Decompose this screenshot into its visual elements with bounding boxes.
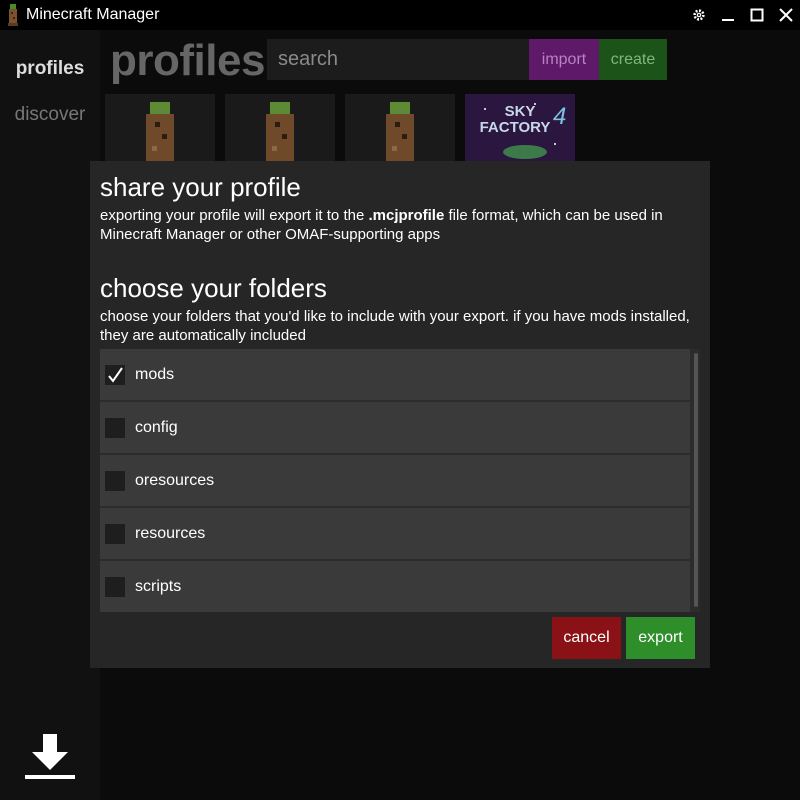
share-profile-dialog: share your profile exporting your profil…: [90, 161, 710, 668]
gear-icon[interactable]: [684, 0, 713, 30]
checkbox-scripts[interactable]: [105, 576, 125, 597]
sidebar-item-profiles[interactable]: profiles: [0, 58, 100, 80]
checkmark-icon: [108, 366, 123, 383]
checkbox-oresources[interactable]: [105, 470, 125, 491]
profile-tile[interactable]: [345, 94, 455, 162]
folders-title: choose your folders: [100, 273, 327, 303]
dialog-desc-prefix: exporting your profile will export it to…: [100, 207, 369, 224]
dialog-desc-format: .mcjprofile: [368, 207, 445, 224]
close-icon[interactable]: [771, 0, 800, 30]
svg-text:SKY: SKY: [505, 103, 536, 120]
import-button[interactable]: import: [529, 39, 599, 80]
folder-row-config[interactable]: config: [100, 402, 690, 453]
app-title: Minecraft Manager: [26, 6, 160, 23]
folder-row-scripts[interactable]: scripts: [100, 561, 690, 612]
folder-label: scripts: [135, 577, 182, 595]
folder-label: config: [135, 418, 178, 436]
folder-label: oresources: [135, 471, 215, 489]
folder-row-oresources[interactable]: oresources: [100, 455, 690, 506]
folder-list: mods config oresources resources scripts: [100, 349, 700, 612]
create-button[interactable]: create: [599, 39, 667, 80]
folder-label: mods: [135, 365, 175, 383]
folders-description: choose your folders that you'd like to i…: [100, 308, 690, 344]
profile-tile[interactable]: [225, 94, 335, 162]
dirt-tree-icon: [386, 102, 414, 162]
minimize-icon[interactable]: [713, 0, 742, 30]
sidebar: profiles discover: [0, 30, 100, 800]
svg-text:FACTORY: FACTORY: [480, 119, 551, 136]
maximize-icon[interactable]: [742, 0, 771, 30]
checkbox-config[interactable]: [105, 417, 125, 438]
app-logo-icon: [6, 4, 20, 26]
profile-tile[interactable]: SKY FACTORY 4: [465, 94, 575, 162]
folder-list-scrollbar[interactable]: [694, 353, 698, 607]
dirt-tree-icon: [266, 102, 294, 162]
search-input[interactable]: [267, 39, 529, 80]
svg-text:4: 4: [553, 103, 566, 130]
dirt-tree-icon: [146, 102, 174, 162]
dialog-description: exporting your profile will export it to…: [100, 206, 710, 244]
checkbox-resources[interactable]: [105, 523, 125, 544]
download-icon[interactable]: [25, 734, 75, 782]
title-bar: Minecraft Manager: [0, 0, 800, 30]
cancel-button[interactable]: cancel: [552, 617, 621, 659]
dialog-title: share your profile: [100, 172, 301, 202]
folder-row-mods[interactable]: mods: [100, 349, 690, 400]
profile-tile[interactable]: [105, 94, 215, 162]
folder-row-resources[interactable]: resources: [100, 508, 690, 559]
folder-label: resources: [135, 524, 206, 542]
checkbox-mods[interactable]: [105, 364, 125, 385]
sky-factory-logo: SKY FACTORY 4: [465, 94, 575, 162]
sidebar-item-discover[interactable]: discover: [0, 104, 100, 126]
export-button[interactable]: export: [626, 617, 695, 659]
window-controls: [684, 0, 800, 30]
page-title: profiles: [110, 36, 265, 85]
